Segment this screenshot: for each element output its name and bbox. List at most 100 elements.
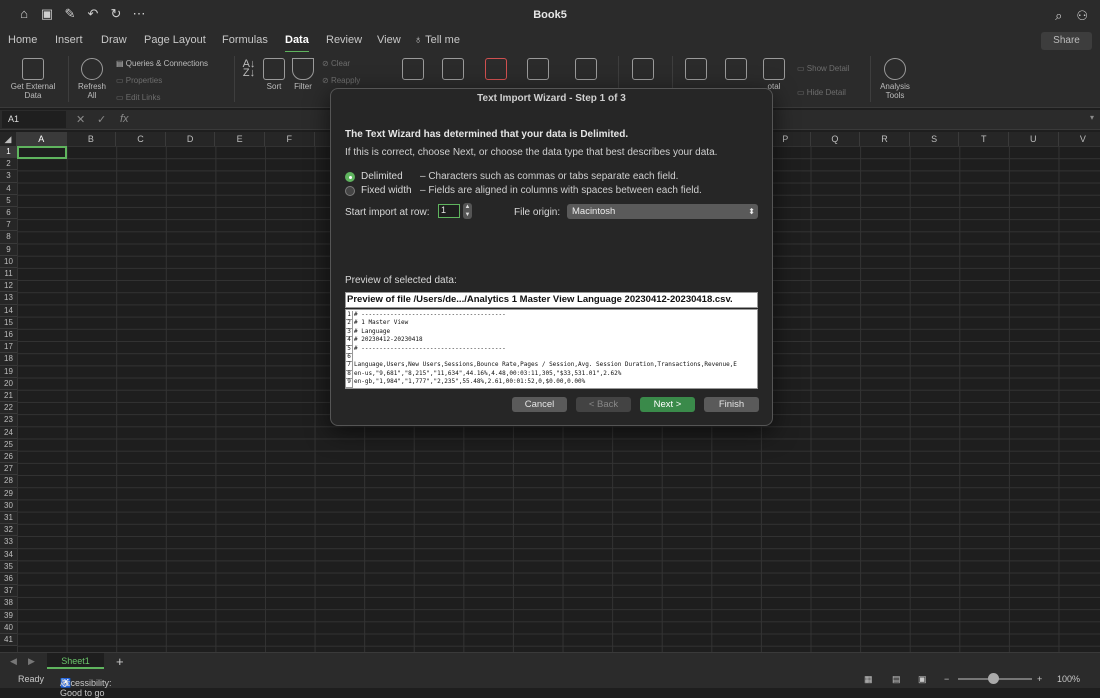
- sort-az-button[interactable]: A↓ Z↓: [240, 59, 258, 79]
- row-header[interactable]: 1: [0, 146, 17, 159]
- normal-view-icon[interactable]: ▦: [864, 674, 873, 685]
- column-header[interactable]: S: [909, 132, 960, 146]
- column-header[interactable]: U: [1009, 132, 1059, 146]
- subtotal-button[interactable]: otal: [760, 58, 788, 91]
- hide-detail-button[interactable]: ▭ Hide Detail: [797, 88, 846, 97]
- filter-button[interactable]: Filter: [290, 58, 316, 91]
- group-button[interactable]: [680, 58, 712, 82]
- select-all-corner[interactable]: ◢: [0, 132, 17, 146]
- analysis-tools-button[interactable]: Analysis Tools: [876, 58, 914, 100]
- column-header[interactable]: C: [116, 132, 166, 146]
- fixed-width-label[interactable]: Fixed width: [361, 185, 412, 196]
- zoom-in-icon[interactable]: +: [1037, 674, 1042, 684]
- row-header[interactable]: 12: [0, 280, 17, 293]
- fx-icon[interactable]: fx: [120, 113, 129, 125]
- zoom-out-icon[interactable]: −: [944, 674, 949, 684]
- ungroup-button[interactable]: [720, 58, 752, 82]
- row-header[interactable]: 4: [0, 182, 17, 195]
- sheet-tab-sheet1[interactable]: Sheet1: [47, 653, 104, 669]
- row-header[interactable]: 34: [0, 548, 17, 561]
- row-header[interactable]: 15: [0, 316, 17, 329]
- column-header[interactable]: V: [1058, 132, 1100, 146]
- get-external-data-button[interactable]: Get External Data: [6, 58, 60, 100]
- name-box[interactable]: A1: [2, 111, 66, 128]
- row-header[interactable]: 35: [0, 560, 17, 573]
- consolidate-button[interactable]: [573, 58, 599, 82]
- start-row-input[interactable]: 1: [438, 204, 460, 218]
- add-sheet-button[interactable]: +: [116, 654, 124, 669]
- next-sheet-icon[interactable]: ▶: [28, 656, 35, 667]
- row-header[interactable]: 23: [0, 414, 17, 427]
- remove-duplicates-button[interactable]: [483, 58, 509, 82]
- cancel-formula-icon[interactable]: ✕: [76, 113, 85, 126]
- row-header[interactable]: 10: [0, 255, 17, 268]
- column-header[interactable]: D: [165, 132, 216, 146]
- delimited-radio[interactable]: [345, 172, 355, 182]
- row-header[interactable]: 2: [0, 158, 17, 171]
- text-to-columns-button[interactable]: [400, 58, 426, 82]
- flash-fill-button[interactable]: [440, 58, 466, 82]
- row-header[interactable]: 26: [0, 451, 17, 464]
- row-header[interactable]: 37: [0, 585, 17, 598]
- row-header[interactable]: 18: [0, 353, 17, 366]
- confirm-formula-icon[interactable]: ✓: [97, 113, 106, 126]
- row-header[interactable]: 39: [0, 609, 17, 622]
- search-icon[interactable]: ⌕: [1055, 8, 1062, 24]
- row-header[interactable]: 25: [0, 438, 17, 451]
- row-header[interactable]: 14: [0, 304, 17, 317]
- column-header[interactable]: T: [959, 132, 1009, 146]
- tab-draw[interactable]: Draw: [101, 34, 127, 46]
- row-header[interactable]: 28: [0, 475, 17, 488]
- row-header[interactable]: 30: [0, 499, 17, 512]
- properties-button[interactable]: ▭ Properties: [116, 76, 162, 85]
- share-people-icon[interactable]: ⚇: [1076, 8, 1088, 24]
- column-header[interactable]: R: [860, 132, 910, 146]
- column-header[interactable]: F: [265, 132, 315, 146]
- cancel-button[interactable]: Cancel: [512, 397, 567, 412]
- fixed-width-radio[interactable]: [345, 186, 355, 196]
- row-header[interactable]: 36: [0, 573, 17, 586]
- column-header[interactable]: E: [215, 132, 265, 146]
- next-button[interactable]: Next >: [640, 397, 695, 412]
- row-header[interactable]: 24: [0, 426, 17, 439]
- tab-insert[interactable]: Insert: [55, 34, 83, 46]
- row-header[interactable]: 11: [0, 268, 17, 281]
- row-header[interactable]: 16: [0, 329, 17, 342]
- page-break-view-icon[interactable]: ▣: [918, 674, 927, 685]
- row-header[interactable]: 8: [0, 231, 17, 244]
- row-header[interactable]: 7: [0, 219, 17, 232]
- share-button[interactable]: Share: [1041, 32, 1092, 50]
- tell-me[interactable]: ♁ Tell me: [414, 34, 460, 46]
- row-header[interactable]: 5: [0, 194, 17, 207]
- column-header[interactable]: B: [66, 132, 117, 146]
- file-origin-select[interactable]: Macintosh ⬍: [567, 204, 758, 219]
- what-if-button[interactable]: [626, 58, 660, 82]
- row-header[interactable]: 38: [0, 597, 17, 610]
- column-header[interactable]: A: [17, 132, 67, 146]
- data-validation-button[interactable]: [522, 58, 554, 82]
- row-header[interactable]: 40: [0, 621, 17, 634]
- row-header[interactable]: 41: [0, 634, 17, 647]
- row-header[interactable]: 17: [0, 341, 17, 354]
- expand-formula-icon[interactable]: ▾: [1090, 113, 1094, 122]
- tab-formulas[interactable]: Formulas: [222, 34, 268, 46]
- row-header[interactable]: 13: [0, 292, 17, 305]
- delimited-label[interactable]: Delimited: [361, 171, 403, 182]
- row-header[interactable]: 20: [0, 377, 17, 390]
- row-header[interactable]: 27: [0, 463, 17, 476]
- tab-review[interactable]: Review: [326, 34, 362, 46]
- row-header[interactable]: 29: [0, 487, 17, 500]
- start-row-stepper[interactable]: ▲ ▼: [463, 203, 472, 219]
- queries-connections-button[interactable]: ▤ Queries & Connections: [116, 59, 208, 68]
- page-layout-view-icon[interactable]: ▤: [892, 674, 901, 685]
- tab-view[interactable]: View: [377, 34, 401, 46]
- column-header[interactable]: Q: [810, 132, 861, 146]
- refresh-all-button[interactable]: Refresh All: [74, 58, 110, 100]
- tab-page-layout[interactable]: Page Layout: [144, 34, 206, 46]
- row-header[interactable]: 3: [0, 170, 17, 183]
- row-header[interactable]: 31: [0, 512, 17, 525]
- preview-box[interactable]: 1 # -------------------------------------…: [345, 309, 758, 389]
- finish-button[interactable]: Finish: [704, 397, 759, 412]
- row-header[interactable]: 33: [0, 536, 17, 549]
- selected-cell-a1[interactable]: [17, 146, 67, 159]
